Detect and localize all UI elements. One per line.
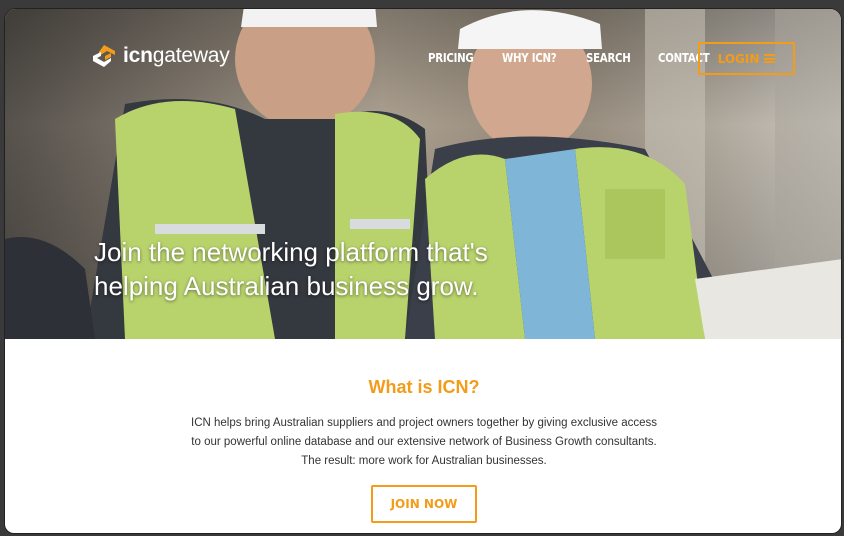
nav-why-icn[interactable]: WHY ICN? xyxy=(502,51,557,65)
description-line1: ICN helps bring Australian suppliers and… xyxy=(191,417,657,429)
main-nav: PRICING WHY ICN? SEARCH CONTACT xyxy=(428,51,719,65)
hero-section: icngateway PRICING WHY ICN? SEARCH CONTA… xyxy=(5,9,841,339)
icn-logo-icon xyxy=(93,45,115,67)
browser-frame: icngateway PRICING WHY ICN? SEARCH CONTA… xyxy=(4,8,842,534)
hero-headline-line1: Join the networking platform that's xyxy=(94,237,488,267)
description-line2: to our powerful online database and our … xyxy=(191,436,657,448)
login-button[interactable]: LOGIN xyxy=(698,42,795,75)
site-logo[interactable]: icngateway xyxy=(91,43,230,69)
logo-wordmark: icngateway xyxy=(123,44,230,67)
nav-pricing[interactable]: PRICING xyxy=(428,51,474,65)
section-description: ICN helps bring Australian suppliers and… xyxy=(144,414,704,471)
hamburger-icon xyxy=(764,54,776,63)
login-label: LOGIN xyxy=(717,51,760,66)
hero-headline: Join the networking platform that's help… xyxy=(94,235,614,303)
hero-headline-line2: helping Australian business grow. xyxy=(94,271,479,301)
what-is-icn-section: What is ICN? ICN helps bring Australian … xyxy=(5,339,841,533)
join-now-button[interactable]: JOIN NOW xyxy=(371,485,477,523)
description-line3: The result: more work for Australian bus… xyxy=(301,455,547,467)
nav-search[interactable]: SEARCH xyxy=(586,51,631,65)
section-title: What is ICN? xyxy=(368,377,480,397)
